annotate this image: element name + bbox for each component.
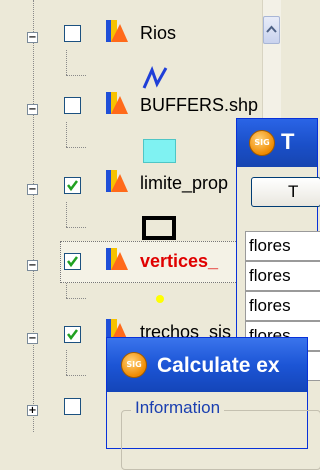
collapse-icon[interactable]: − [27,32,38,43]
expand-icon[interactable]: + [27,405,38,416]
chevron-up-icon [266,25,277,33]
tree-connector [66,227,86,228]
cyan-polygon-symbol-icon [143,139,176,163]
tree-connector [66,122,67,147]
information-groupbox [121,410,320,470]
dialog-title: Calculate ex [157,354,280,377]
layer-visibility-checkbox[interactable] [64,177,81,194]
app-logo-icon: SIG [121,352,147,378]
river-line-symbol-icon [142,65,168,89]
layer-icon [106,170,128,192]
black-polygon-symbol-icon [142,216,176,240]
tree-connector [66,298,86,299]
tree-connector [66,147,86,148]
yellow-point-symbol-icon [156,295,164,303]
layer-name[interactable]: BUFFERS.shp [140,94,258,116]
attribute-table-window[interactable]: SIG T T flores flores flores flores fl [236,118,320,381]
layer-name[interactable]: limite_prop [140,172,228,194]
tree-connector [66,50,67,75]
tree-connector [66,75,86,76]
app-logo-icon: SIG [249,130,275,156]
calculate-extent-dialog[interactable]: SIG Calculate ex Information [106,337,320,470]
layer-icon [106,20,128,42]
tree-connector [66,350,67,375]
tree-connector [33,0,34,432]
checkmark-icon [67,256,78,268]
table-cell[interactable]: flores [245,231,320,261]
scroll-up-button[interactable] [263,16,280,44]
collapse-icon[interactable]: − [27,260,38,271]
layer-icon [106,92,128,114]
collapse-icon[interactable]: − [27,104,38,115]
table-cell[interactable]: flores [245,261,320,291]
checkmark-icon [67,180,78,192]
tree-connector [66,202,67,227]
layer-visibility-checkbox[interactable] [64,326,81,343]
checkmark-icon [67,329,78,341]
layer-visibility-checkbox[interactable] [64,25,81,42]
tree-connector [66,375,86,376]
layer-icon [106,248,128,270]
groupbox-label: Information [131,398,225,418]
collapse-icon[interactable]: − [27,184,38,195]
layer-visibility-checkbox[interactable] [64,253,81,270]
layer-name[interactable]: vertices_ [140,250,218,272]
collapse-icon[interactable]: − [27,333,38,344]
table-toolbar-button[interactable]: T [251,177,320,207]
table-cell[interactable]: flores [245,291,320,321]
layer-name[interactable]: Rios [140,22,176,44]
layer-visibility-checkbox[interactable] [64,398,81,415]
layer-visibility-checkbox[interactable] [64,97,81,114]
window-title: T [281,129,295,154]
